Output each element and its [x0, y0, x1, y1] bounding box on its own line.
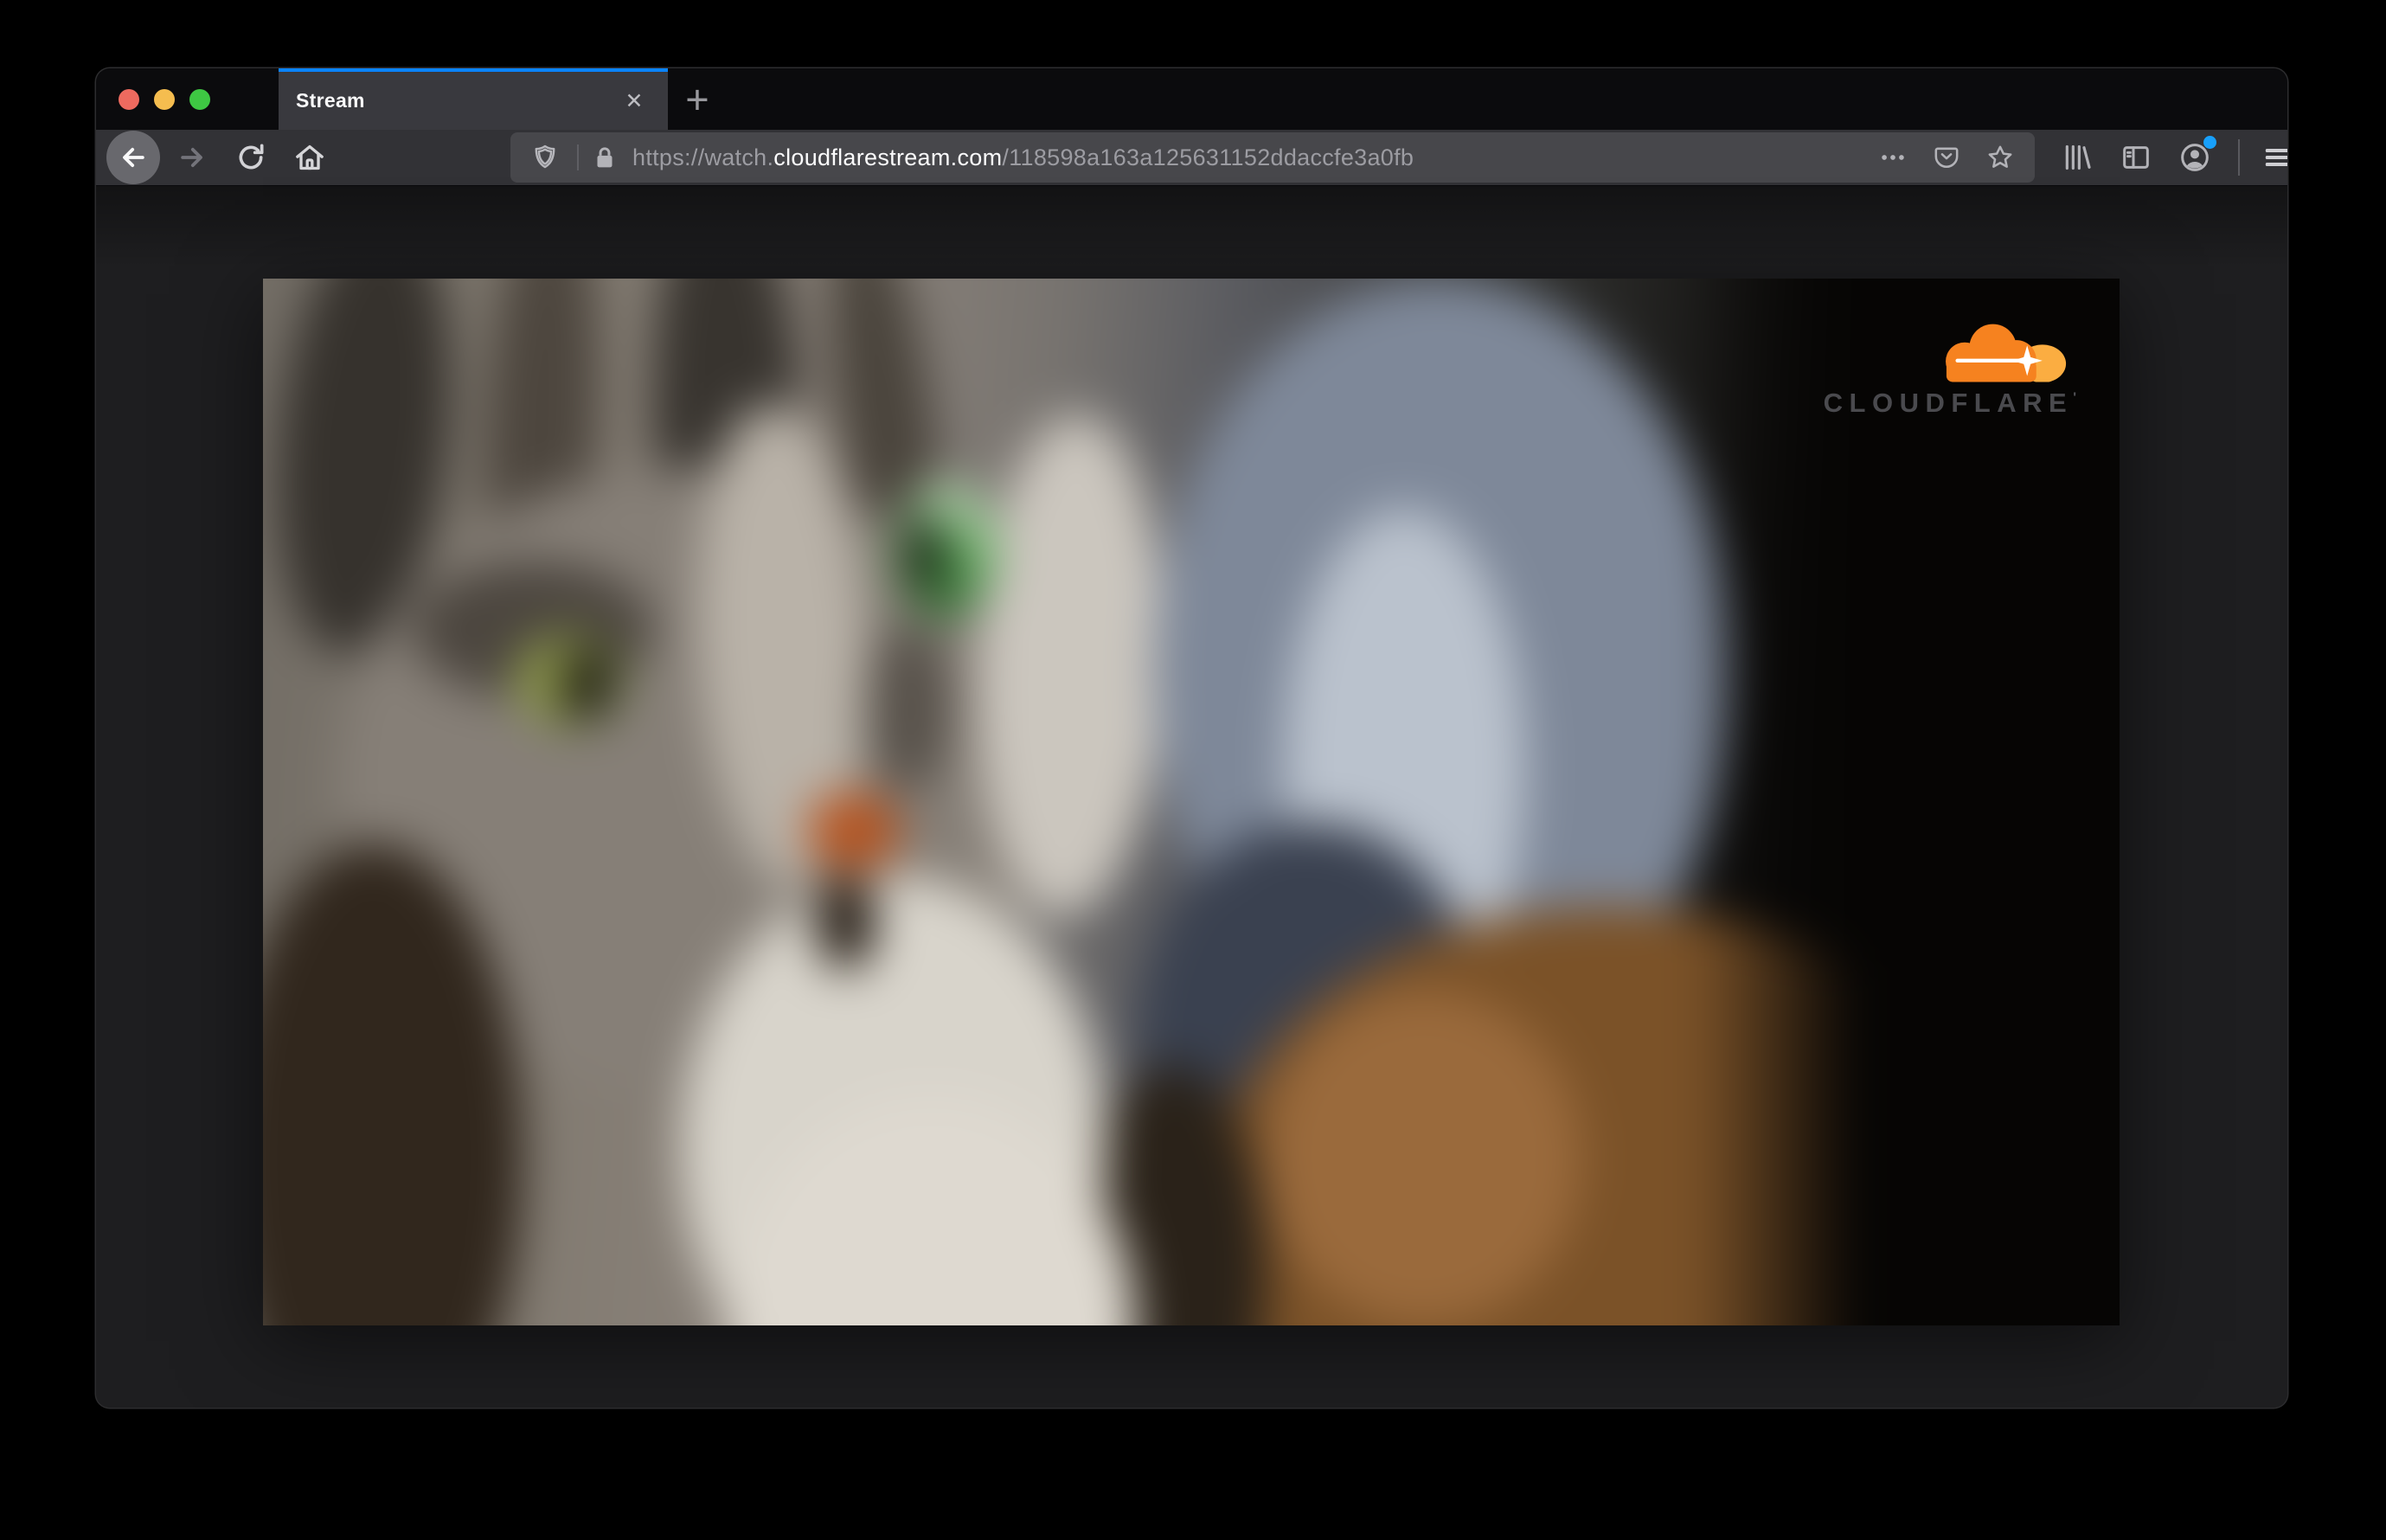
tab-stream[interactable]: Stream ✕ — [279, 68, 668, 130]
page-content: CLOUDFLARE' — [96, 186, 2287, 1408]
library-icon — [2065, 144, 2091, 170]
account-notification-dot — [2203, 136, 2216, 149]
video-player[interactable]: CLOUDFLARE' — [263, 279, 2120, 1325]
forward-arrow-icon — [181, 147, 202, 168]
tab-title: Stream — [296, 89, 365, 112]
close-window-button[interactable] — [119, 88, 139, 110]
url-domain: cloudflarestream.com — [773, 144, 1003, 170]
cloudflare-trademark: ' — [2073, 390, 2076, 406]
tracking-protection-button[interactable] — [524, 137, 566, 178]
account-button[interactable] — [2168, 131, 2222, 184]
url-scheme: https://watch. — [632, 144, 774, 170]
tab-bar: Stream ✕ + — [96, 68, 2287, 130]
url-bar[interactable]: https://watch.cloudflarestream.com/11859… — [510, 132, 2035, 183]
save-to-pocket-button[interactable] — [1926, 137, 1967, 178]
bookmark-star-button[interactable] — [1979, 137, 2021, 178]
cloudflare-logo: CLOUDFLARE' — [1778, 310, 2076, 419]
video-frame-cat — [263, 279, 2120, 1325]
url-text: https://watch.cloudflarestream.com/11859… — [632, 144, 1414, 171]
forward-button[interactable] — [165, 131, 219, 184]
reload-button[interactable] — [224, 131, 278, 184]
back-button[interactable] — [106, 131, 160, 184]
page-actions-button[interactable] — [1872, 137, 1914, 178]
browser-window: Stream ✕ + https://watch.cloudflarestrea… — [96, 68, 2287, 1408]
reload-icon — [239, 144, 264, 170]
zoom-window-button[interactable] — [189, 88, 210, 110]
window-controls — [119, 68, 210, 130]
menu-button[interactable] — [2251, 131, 2287, 184]
page-actions — [1872, 137, 2021, 178]
home-button[interactable] — [283, 131, 337, 184]
shield-icon — [535, 144, 555, 169]
toolbar-separator — [2238, 139, 2240, 176]
ellipsis-icon — [1882, 155, 1904, 160]
pocket-icon — [1934, 147, 1959, 169]
urlbar-separator — [577, 144, 579, 170]
navigation-toolbar: https://watch.cloudflarestream.com/11859… — [96, 130, 2287, 186]
back-arrow-icon — [123, 147, 144, 168]
hamburger-menu-icon — [2265, 149, 2287, 166]
tab-close-button[interactable]: ✕ — [618, 85, 651, 118]
sidebar-icon — [2123, 146, 2149, 169]
sidebar-button[interactable] — [2109, 131, 2163, 184]
star-icon — [1988, 145, 2012, 168]
lock-icon — [597, 147, 613, 168]
url-path: /118598a163a125631152ddaccfe3a0fb — [1002, 144, 1414, 170]
cloudflare-cloud-icon — [1946, 324, 2067, 382]
minimize-window-button[interactable] — [154, 88, 175, 110]
new-tab-button[interactable]: + — [677, 79, 717, 119]
library-button[interactable] — [2050, 131, 2104, 184]
home-icon — [296, 144, 324, 170]
cloudflare-wordmark: CLOUDFLARE' — [1823, 388, 2076, 418]
